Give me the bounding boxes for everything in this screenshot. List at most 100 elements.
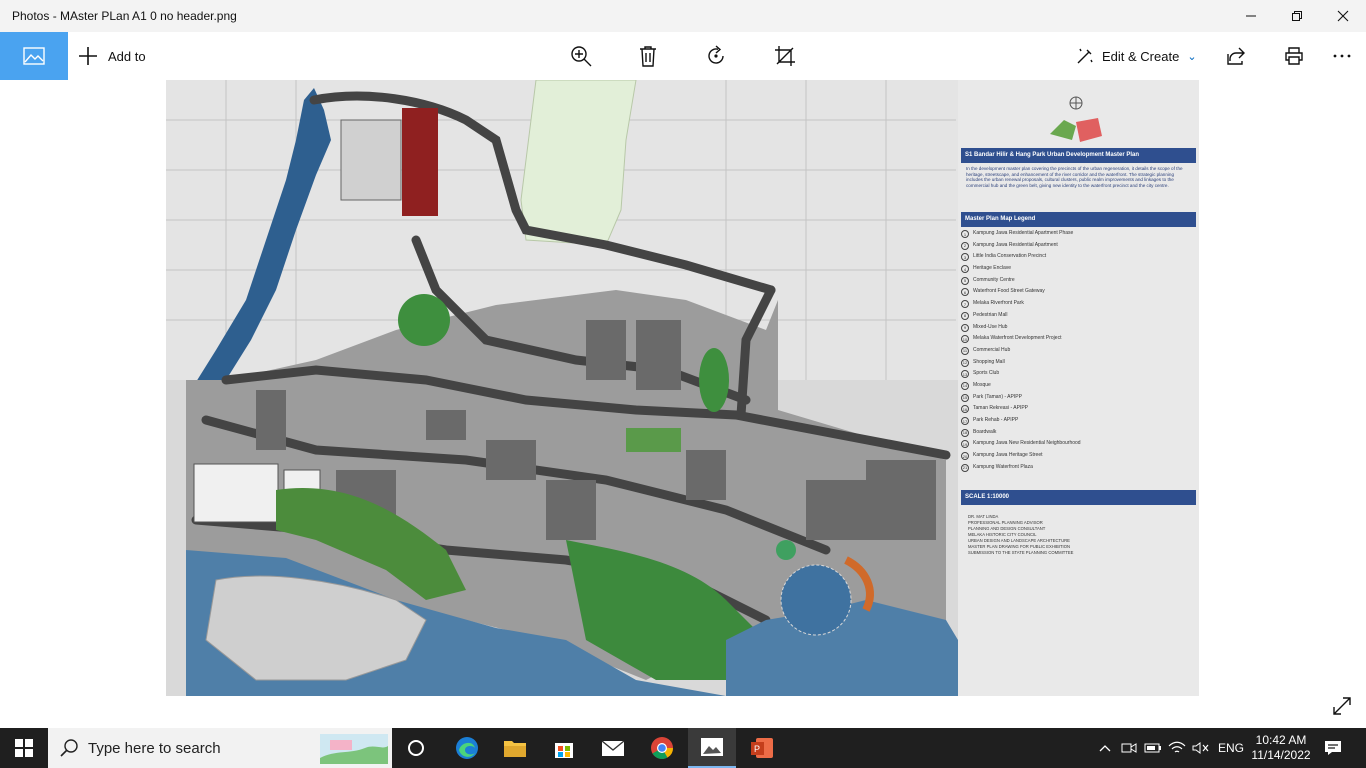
legend-item: 2 Kampung Jawa Residential Apartment xyxy=(961,241,1191,254)
edit-create-label: Edit & Create xyxy=(1102,48,1180,64)
panel-description: In the development master plan covering … xyxy=(966,166,1183,188)
credits-block: DR. MAT LINDA PROFESSIONAL PLANNING ADVI… xyxy=(968,514,1074,555)
zoom-in-icon xyxy=(571,46,592,67)
delete-button[interactable] xyxy=(632,40,664,72)
legend-item: 18 Boardwalk xyxy=(961,428,997,437)
legend-item: 20 Kampung Jawa Heritage Street xyxy=(961,452,1043,461)
legend-item: 5 Community Centre xyxy=(961,276,1191,289)
chevron-down-icon: ⌄ xyxy=(1187,50,1197,63)
edge-icon xyxy=(456,737,478,759)
legend-item: 19 Kampung Jawa New Residential Neighbour… xyxy=(961,440,1081,449)
restore-button[interactable] xyxy=(1274,0,1320,32)
collection-button[interactable] xyxy=(0,32,68,80)
master-plan-map xyxy=(166,80,958,696)
fullscreen-button[interactable] xyxy=(1326,690,1358,722)
photos-button[interactable] xyxy=(688,728,736,768)
network-button[interactable] xyxy=(1166,728,1188,768)
share-button[interactable] xyxy=(1220,40,1252,72)
add-to-button[interactable]: Add to xyxy=(78,32,146,80)
search-icon xyxy=(60,739,78,757)
legend-item: 9 Mixed-Use Hub xyxy=(961,323,1191,336)
volume-muted-icon xyxy=(1192,742,1209,754)
search-box[interactable]: Type here to search xyxy=(48,728,392,768)
legend-item: 7 Melaka Riverfront Park xyxy=(961,300,1191,312)
legend-item: 6 Waterfront Food Street Gateway xyxy=(961,288,1191,300)
language-indicator[interactable]: ENG xyxy=(1214,728,1248,768)
rotate-button[interactable] xyxy=(700,40,732,72)
close-button[interactable] xyxy=(1320,0,1366,32)
crop-icon xyxy=(775,46,795,66)
more-button[interactable] xyxy=(1326,40,1358,72)
scale-title: SCALE 1:10000 xyxy=(961,490,1196,505)
search-placeholder: Type here to search xyxy=(88,739,221,757)
add-to-label: Add to xyxy=(108,48,146,64)
share-icon xyxy=(1227,47,1245,65)
wifi-icon xyxy=(1168,741,1186,753)
edge-button[interactable] xyxy=(443,728,491,768)
legend-item: 21 Kampung Waterfront Plaza xyxy=(961,463,1033,472)
minimize-button[interactable] xyxy=(1228,0,1274,32)
minimize-icon xyxy=(1246,15,1256,17)
volume-button[interactable] xyxy=(1190,728,1212,768)
print-button[interactable] xyxy=(1278,40,1310,72)
notification-center-button[interactable] xyxy=(1318,728,1348,768)
window-title: Photos - MAster PLan A1 0 no header.png xyxy=(12,9,237,23)
legend-item: 11 Commercial Hub xyxy=(961,346,1011,355)
edit-icon xyxy=(1077,48,1093,64)
battery-button[interactable] xyxy=(1142,728,1164,768)
store-icon xyxy=(555,743,573,758)
legend-item: 8 Pedestrian Mall xyxy=(961,311,1191,324)
image-viewer[interactable]: S1 Bandar Hilir & Hang Park Urban Develo… xyxy=(0,80,1366,728)
legend-panel: S1 Bandar Hilir & Hang Park Urban Develo… xyxy=(958,80,1199,696)
chrome-button[interactable] xyxy=(638,728,686,768)
legend-item: 12 Shopping Mall xyxy=(961,358,1005,367)
restore-icon xyxy=(1292,11,1302,21)
clock-time: 10:42 AM xyxy=(1255,733,1307,747)
legend-title: Master Plan Map Legend xyxy=(961,212,1196,227)
powerpoint-icon: P xyxy=(751,738,773,758)
chrome-icon xyxy=(651,737,673,759)
legend-item: 15 Park (Taman) - APIPP xyxy=(961,393,1022,402)
legend-item: 17 Park Rehab - APIPP xyxy=(961,417,1019,425)
cortana-icon xyxy=(408,740,424,756)
close-icon xyxy=(1337,10,1349,22)
notification-icon xyxy=(1325,741,1341,755)
clock[interactable]: 10:42 AM 11/14/2022 xyxy=(1250,728,1312,768)
mail-icon xyxy=(601,740,625,756)
delete-icon xyxy=(640,46,656,67)
master-plan-image: S1 Bandar Hilir & Hang Park Urban Develo… xyxy=(166,80,1199,696)
legend-item: 16 Taman Rekreasi - APIPP xyxy=(961,405,1029,414)
rotate-icon xyxy=(708,45,724,64)
cortana-button[interactable] xyxy=(392,728,440,768)
edit-create-button[interactable]: Edit & Create ⌄ xyxy=(1076,32,1197,80)
legend-item: 3 Little India Conservation Precinct xyxy=(961,253,1191,265)
more-icon xyxy=(1333,54,1351,58)
battery-icon xyxy=(1144,743,1161,753)
legend-item: 14 Mosque xyxy=(961,381,991,390)
svg-text:P: P xyxy=(754,744,760,754)
file-explorer-button[interactable] xyxy=(491,728,539,768)
photos-icon xyxy=(701,738,723,756)
toolbar: Add to Edit & Create ⌄ xyxy=(0,32,1366,80)
zoom-in-button[interactable] xyxy=(565,40,597,72)
plus-icon xyxy=(79,47,97,65)
legend-item: 1 Kampung Jawa Residential Apartment Phas… xyxy=(961,230,1191,242)
powerpoint-button[interactable]: P xyxy=(738,728,786,768)
store-button[interactable] xyxy=(540,728,588,768)
start-button[interactable] xyxy=(0,728,48,768)
mail-button[interactable] xyxy=(589,728,637,768)
legend-item: 4 Heritage Enclave xyxy=(961,265,1191,277)
clock-date: 11/14/2022 xyxy=(1251,748,1311,762)
legend-item: 13 Sports Club xyxy=(961,370,1000,379)
meet-now-button[interactable] xyxy=(1118,728,1140,768)
windows-icon xyxy=(15,739,33,757)
panel-title: S1 Bandar Hilir & Hang Park Urban Develo… xyxy=(961,148,1196,163)
compass-logo xyxy=(1050,96,1102,142)
crop-button[interactable] xyxy=(769,40,801,72)
chevron-up-icon xyxy=(1099,745,1111,752)
search-highlight-illustration xyxy=(320,734,388,764)
legend-item: 10 Melaka Waterfront Development Project xyxy=(961,335,1062,344)
show-hidden-icons-button[interactable] xyxy=(1096,728,1114,768)
expand-icon xyxy=(1333,697,1351,715)
taskbar: Type here to search P ENG 10:42 AM 11/14… xyxy=(0,728,1366,768)
